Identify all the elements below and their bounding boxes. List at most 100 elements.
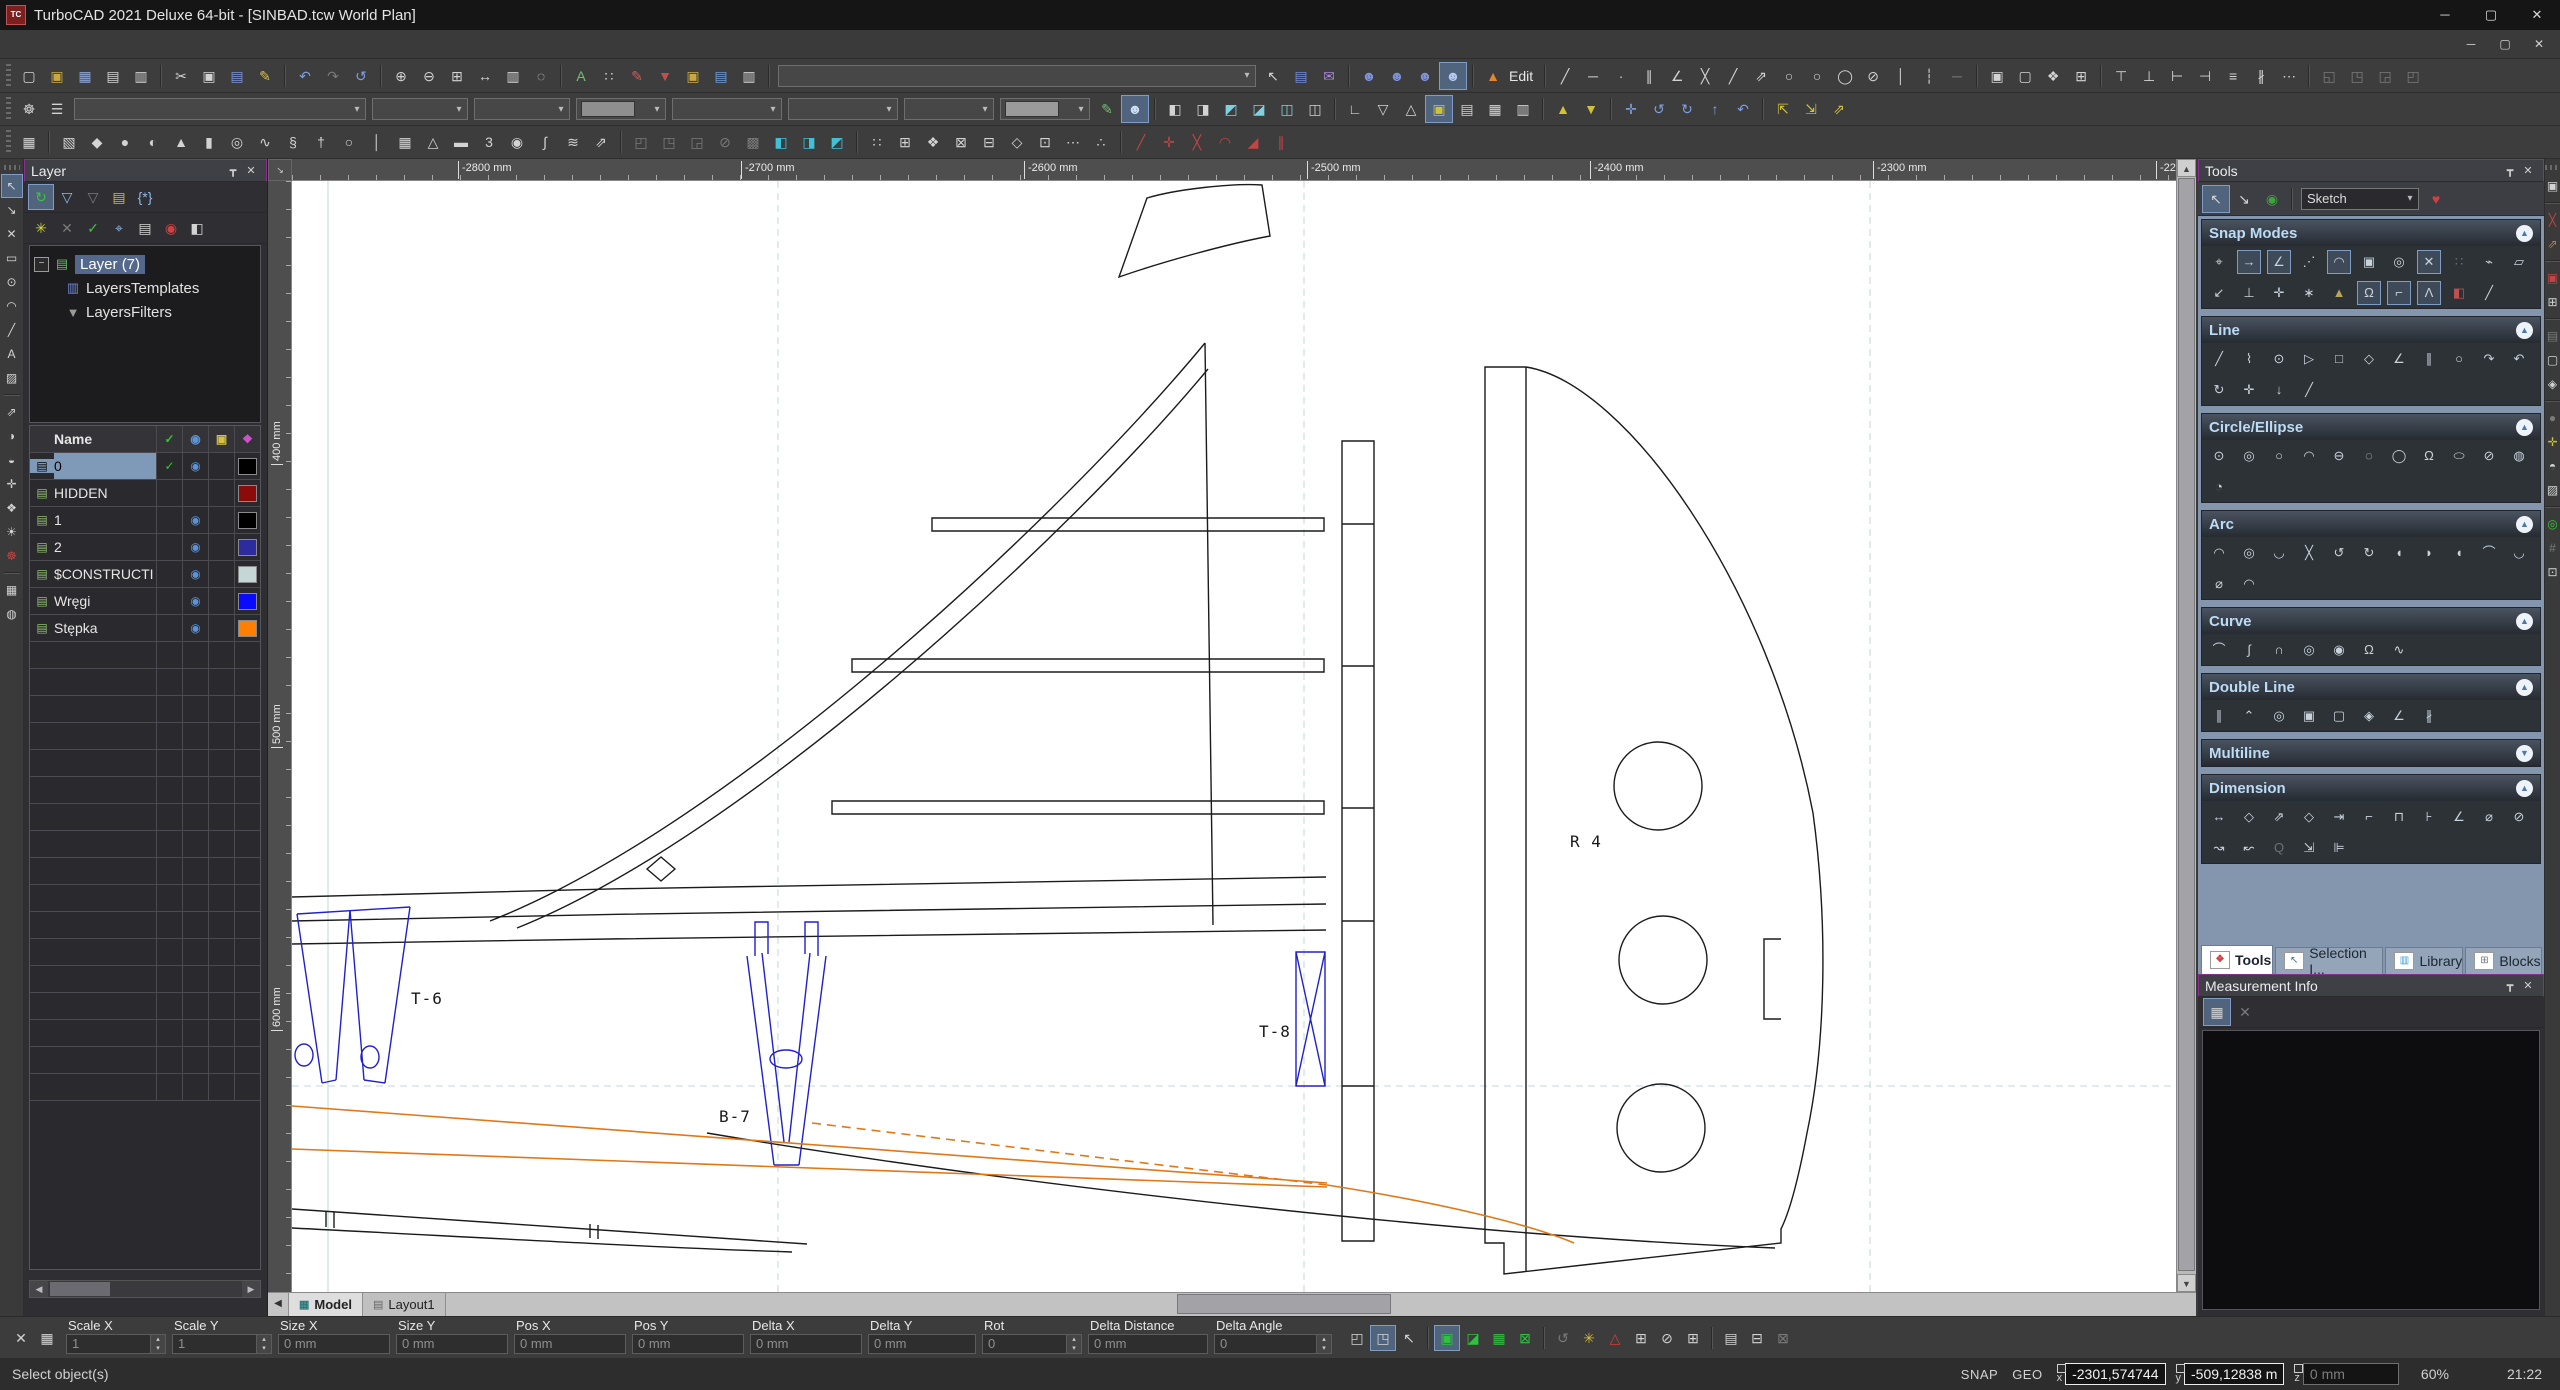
snap-none-icon[interactable]: ╱	[2478, 282, 2500, 304]
workplane-active-icon[interactable]: ▣	[1425, 95, 1453, 123]
collapse-chevron-icon[interactable]: ▲	[2516, 224, 2533, 242]
spinner-up-icon[interactable]: ▴	[257, 1334, 271, 1344]
line-style-combo[interactable]: ▾	[372, 98, 468, 120]
orbit-icon[interactable]: ↺	[1646, 96, 1672, 122]
frame-template[interactable]	[363, 1079, 386, 1084]
palette-user2-icon[interactable]: ☻	[1384, 63, 1410, 89]
layer-tree-item-templates[interactable]: ▥ LayersTemplates	[34, 276, 256, 300]
fit-window-icon[interactable]: ▢	[2545, 349, 2560, 371]
lightening-hole[interactable]	[1618, 915, 1708, 1005]
format-brush-icon[interactable]: ✎	[252, 63, 278, 89]
view-right-icon[interactable]: ◪	[1246, 96, 1272, 122]
collapse-icon[interactable]: −	[34, 256, 49, 272]
s-curve-icon[interactable]: ∫	[2238, 639, 2260, 661]
move-icon[interactable]: ✛	[2, 473, 22, 495]
workplane-world-icon[interactable]: ▦	[1482, 96, 1508, 122]
edit-node-icon[interactable]: ↘	[2, 199, 22, 221]
layer-color-cell[interactable]	[234, 561, 260, 587]
slice-icon[interactable]: ▩	[740, 129, 766, 155]
irregular-line-icon[interactable]: ╱	[2298, 379, 2320, 401]
palette-user4-icon[interactable]: ☻	[1439, 61, 1467, 90]
align-bottom-icon[interactable]: ⊥	[2136, 63, 2162, 89]
layer-active-cell[interactable]	[156, 615, 182, 641]
mdi-minimize-button[interactable]: ─	[2454, 32, 2488, 56]
select-inside-icon[interactable]: ▣	[1434, 1324, 1460, 1351]
mdi-restore-button[interactable]: ▢	[2488, 32, 2522, 56]
scroll-right-icon[interactable]: ▶	[242, 1281, 260, 1297]
select-icon[interactable]: ↖	[0, 174, 23, 198]
toggle-bw-icon[interactable]: ◧	[185, 216, 209, 240]
clear-measurement-icon[interactable]: ✕	[2232, 999, 2258, 1025]
layer-lock-cell[interactable]	[208, 588, 234, 614]
layer-visible-cell[interactable]: ◉	[182, 507, 208, 533]
tab-selection-i-[interactable]: ↖ Selection I...	[2275, 947, 2384, 974]
double-polygon-icon[interactable]: ▣	[2298, 705, 2320, 727]
bezier-icon[interactable]: ∩	[2268, 639, 2290, 661]
collapse-chevron-icon[interactable]: ▲	[2516, 779, 2533, 797]
select-fence-icon[interactable]: ◪	[1461, 1326, 1485, 1350]
close-icon[interactable]: ✕	[2519, 164, 2537, 177]
rod-icon[interactable]: │	[364, 129, 390, 155]
open-icon[interactable]: ▣	[44, 63, 70, 89]
drawing-svg[interactable]: T-6 B-7 T-8 R 4	[292, 181, 2176, 1292]
frame-template[interactable]	[296, 913, 323, 1084]
array-mirror-icon[interactable]: ⊟	[976, 129, 1002, 155]
spinner-down-icon[interactable]: ▾	[257, 1343, 271, 1353]
facet-delete-icon[interactable]: ◲	[684, 129, 710, 155]
spinner-up-icon[interactable]: ▴	[1317, 1334, 1331, 1344]
close-icon[interactable]: ✕	[2519, 979, 2537, 992]
publish-pdf-icon[interactable]: ▼	[652, 63, 678, 89]
toggle-used-icon[interactable]: ◉	[159, 216, 183, 240]
screw-icon[interactable]: †	[308, 129, 334, 155]
dim-linear-icon[interactable]: ◇	[2238, 806, 2260, 828]
circle-3point-icon[interactable]: ○	[2268, 445, 2290, 467]
layer-lock-cell[interactable]	[208, 480, 234, 506]
snap-divide-icon[interactable]: ∗	[2298, 282, 2320, 304]
break-icon[interactable]: ╳	[1184, 129, 1210, 155]
revolve-icon[interactable]: ◉	[504, 129, 530, 155]
spinner-down-icon[interactable]: ▾	[1067, 1343, 1081, 1353]
snap-magnetic-icon[interactable]: ⌖	[2208, 251, 2230, 273]
dim-leader-icon[interactable]: ↝	[2208, 837, 2230, 859]
text-style-combo[interactable]: ▾	[904, 98, 994, 120]
field-input[interactable]: 0 mm	[750, 1333, 862, 1354]
section-header[interactable]: Multiline ▼	[2202, 740, 2540, 766]
rectangle-icon[interactable]: □	[2328, 348, 2350, 370]
snap-nearest-icon[interactable]: ↙	[2208, 282, 2230, 304]
circle-edit-icon[interactable]: ◔	[2208, 476, 2230, 498]
layer-color-cell[interactable]	[234, 615, 260, 641]
frame-template[interactable]	[754, 921, 769, 956]
clipboard-up-icon[interactable]: ⊞	[2545, 291, 2560, 313]
grid-toggle-icon[interactable]: ∷	[596, 63, 622, 89]
circle-icon[interactable]: ○	[1804, 63, 1830, 89]
close-icon[interactable]: ✕	[242, 164, 260, 177]
circle-2point-icon[interactable]: ◯	[2388, 445, 2410, 467]
new-icon[interactable]: ▢	[16, 63, 42, 89]
text-tool-icon[interactable]: A	[2, 343, 22, 365]
snap-indicator[interactable]: SNAP	[1961, 1367, 1998, 1382]
section-header[interactable]: Dimension ▲	[2202, 775, 2540, 801]
keel-line[interactable]	[292, 1148, 1328, 1188]
circle-center-icon[interactable]: ⊙	[2208, 445, 2230, 467]
maximize-button[interactable]: ▢	[2468, 0, 2514, 30]
boolean-intersect-icon[interactable]: ◩	[824, 129, 850, 155]
arc-concentric-icon[interactable]: ◎	[2238, 542, 2260, 564]
format-cells-icon[interactable]: ▤	[1719, 1326, 1743, 1350]
snap-ortho-icon[interactable]: →	[2237, 250, 2261, 274]
magnetic-point-icon[interactable]: ✳	[1577, 1326, 1601, 1350]
frame-hole[interactable]	[360, 1045, 380, 1069]
part-outline[interactable]	[489, 342, 1206, 922]
tab-model[interactable]: ▦ Model	[289, 1293, 363, 1316]
materials-icon[interactable]: ◒	[2, 449, 22, 471]
arc-center-icon[interactable]: ◠	[2208, 542, 2230, 564]
profile-combo[interactable]: Sketch ▾	[2301, 187, 2419, 210]
vertical-scrollbar[interactable]: ▲ ▼	[2176, 159, 2196, 1292]
collapse-chevron-icon[interactable]: ▲	[2516, 612, 2533, 630]
pin-icon[interactable]: ┳	[224, 164, 242, 177]
align-top-icon[interactable]: ⊤	[2108, 63, 2134, 89]
section-header[interactable]: Curve ▲	[2202, 608, 2540, 634]
array-path-icon[interactable]: ⊠	[948, 129, 974, 155]
scroll-up-icon[interactable]: ▲	[2177, 159, 2196, 177]
snap-vertex-icon[interactable]: ∠	[2267, 250, 2291, 274]
scrollbar-thumb[interactable]	[2178, 178, 2195, 1271]
